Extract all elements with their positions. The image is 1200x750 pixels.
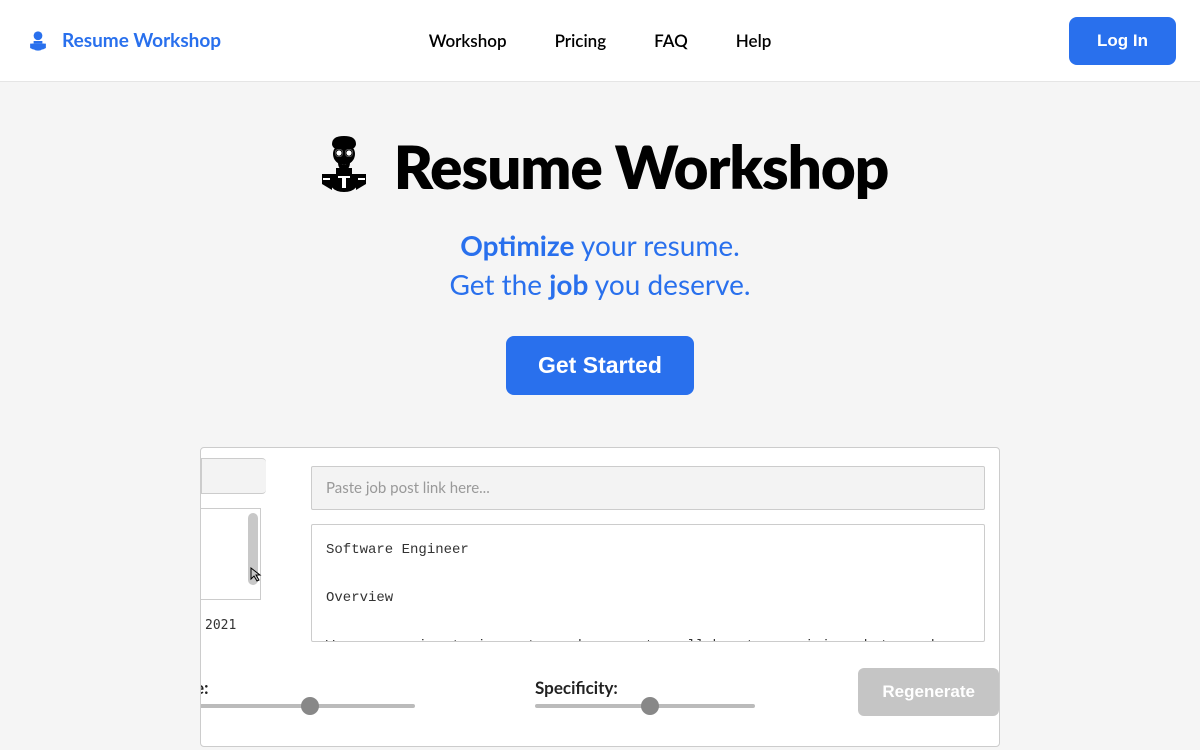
nav-pricing[interactable]: Pricing [555, 30, 607, 51]
slider-2-group: Specificity: [535, 677, 755, 708]
workshop-person-icon [24, 27, 52, 55]
logo-text: Resume Workshop [62, 29, 221, 52]
cursor-icon [249, 566, 265, 582]
tagline-job: job [549, 267, 588, 301]
get-started-button[interactable]: Get Started [506, 336, 694, 395]
preview-label-cut [317, 448, 985, 458]
tagline-getthe: Get the [449, 267, 549, 301]
login-button[interactable]: Log In [1069, 17, 1176, 65]
slider-2-label: Specificity: [535, 677, 755, 698]
hero-section: Resume Workshop Optimize your resume. Ge… [0, 82, 1200, 395]
workshop-person-icon [312, 134, 376, 198]
preview-sidebar-scroll[interactable] [201, 508, 261, 600]
job-link-input[interactable]: Paste job post link here... [311, 466, 985, 510]
slider-1[interactable] [200, 704, 415, 708]
tagline-optimize: Optimize [460, 228, 574, 262]
tagline-rest1: your resume. [574, 228, 739, 262]
nav-help[interactable]: Help [736, 30, 772, 51]
preview-sidebar-box [201, 458, 266, 494]
hero-title: Resume Workshop [394, 130, 888, 202]
logo[interactable]: Resume Workshop [24, 27, 221, 55]
regenerate-button[interactable]: Regenerate [858, 668, 999, 716]
preview-main: Paste job post link here... Software Eng… [311, 448, 999, 642]
preview-footer: e: Specificity: Regenerate [201, 668, 999, 716]
nav-workshop[interactable]: Workshop [429, 30, 507, 51]
job-description-textarea[interactable]: Software Engineer Overview We are passio… [311, 524, 985, 642]
preview-date-fragment: 2021 [205, 618, 269, 633]
slider-2[interactable] [535, 704, 755, 708]
slider-1-thumb[interactable] [301, 697, 319, 715]
main-nav: Workshop Pricing FAQ Help [429, 30, 772, 51]
preview-sidebar: 2021 [201, 448, 269, 746]
hero-tagline: Optimize your resume. Get the job you de… [0, 226, 1200, 304]
nav-faq[interactable]: FAQ [654, 30, 688, 51]
preview-window: 2021 Paste job post link here... Softwar… [200, 447, 1000, 747]
tagline-rest2: you deserve. [588, 267, 750, 301]
slider-2-thumb[interactable] [641, 697, 659, 715]
hero-title-row: Resume Workshop [0, 130, 1200, 202]
header: Resume Workshop Workshop Pricing FAQ Hel… [0, 0, 1200, 82]
app-preview: 2021 Paste job post link here... Softwar… [200, 447, 1000, 747]
